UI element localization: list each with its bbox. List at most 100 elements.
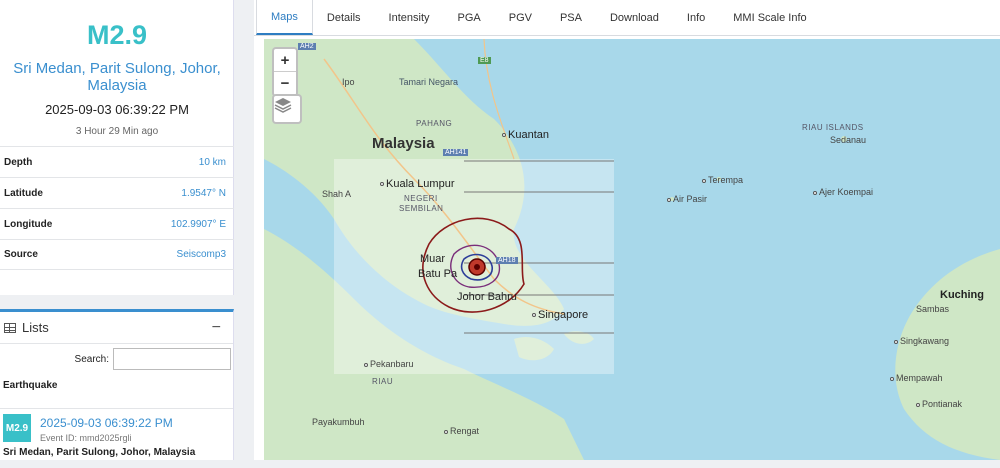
detail-label: Depth [4, 156, 33, 168]
collapse-button[interactable]: − [212, 319, 221, 337]
tab-psa[interactable]: PSA [546, 0, 596, 35]
map-label-muar: Muar [420, 253, 446, 265]
map-label-singkawang: Singkawang [894, 336, 949, 346]
lists-header: Lists − [0, 312, 233, 344]
detail-label: Source [4, 249, 38, 260]
tab-mmi-scale-info[interactable]: MMI Scale Info [719, 0, 820, 35]
zoom-in-button[interactable]: + [274, 49, 296, 72]
detail-value: 1.9547° N [181, 187, 226, 199]
zoom-control: + − [272, 47, 298, 97]
main-panel: Maps Details Intensity PGA PGV PSA Downl… [254, 0, 1000, 460]
map-label-shah-alam: Shah A [322, 189, 352, 199]
lists-title: Lists [4, 320, 49, 335]
detail-label: Longitude [4, 218, 53, 230]
lists-title-text: Lists [22, 320, 49, 335]
map-label-rengat-text: Rengat [450, 426, 480, 436]
event-magnitude: M2.9 [86, 20, 148, 50]
map-label-air-pasir: Air Pasir [667, 194, 707, 204]
map-label-riau: RIAU [372, 377, 394, 386]
search-row: Search: [0, 346, 233, 372]
map-label-malaysia: Malaysia [372, 135, 435, 152]
event-ago: 3 Hour 29 Min ago [75, 126, 159, 137]
road-shield-ah2: AH2 [298, 43, 316, 50]
map-label-mempawah: Mempawah [890, 373, 943, 383]
search-input[interactable] [113, 348, 231, 370]
map-label-pontianak-text: Pontianak [922, 399, 963, 409]
map-label-pontianak: Pontianak [916, 399, 962, 409]
detail-row-depth: Depth 10 km [0, 146, 234, 177]
city-dot-icon [502, 133, 506, 138]
tab-bar: Maps Details Intensity PGA PGV PSA Downl… [254, 0, 1000, 36]
map-label-taman-negara: Tamari Negara [399, 77, 459, 87]
tab-details[interactable]: Details [313, 0, 375, 35]
city-dot-icon [916, 402, 920, 407]
map-label-singapore-text: Singapore [538, 309, 589, 321]
map-label-pekanbaru: Pekanbaru [364, 359, 414, 369]
layers-button[interactable] [272, 94, 302, 124]
map-label-batu-pahat: Batu Pa [418, 268, 458, 280]
tab-maps[interactable]: Maps [256, 0, 313, 35]
city-dot-icon [890, 376, 894, 381]
road-shield-ah18: AH18 [496, 257, 518, 264]
map-label-sambas: Sambas [916, 304, 950, 314]
map-label-pahang: PAHANG [416, 119, 453, 128]
magnitude-badge: M2.9 [3, 414, 31, 442]
map-label-payakumbuh: Payakumbuh [312, 417, 365, 427]
left-panel: M2.9 Sri Medan, Parit Sulong, Johor, Mal… [0, 0, 234, 460]
detail-row-source: Source Seiscomp3 [0, 239, 234, 270]
map-label-terempa-text: Terempa [708, 175, 744, 185]
city-dot-icon [894, 339, 898, 344]
zoom-out-button[interactable]: − [274, 72, 296, 95]
map-label-rengat: Rengat [444, 426, 479, 436]
map-label-pekanbaru-text: Pekanbaru [370, 359, 414, 369]
city-dot-icon [702, 178, 706, 183]
list-item-place: Sri Medan, Parit Sulong, Johor, Malaysia [3, 447, 196, 458]
event-details: Depth 10 km Latitude 1.9547° N Longitude… [0, 146, 234, 270]
detail-value: Seiscomp3 [176, 249, 226, 260]
list-item-event-id: Event ID: mmd2025rgli [40, 433, 132, 443]
road-shield-e8: E8 [478, 57, 491, 64]
search-label: Search: [74, 353, 109, 365]
shakemap[interactable]: + − Malaysia Kuala Lumpur Johor Bahru Si… [264, 39, 1000, 460]
city-dot-icon [380, 182, 384, 187]
detail-value: 10 km [198, 156, 226, 168]
map-label-ajer-koempai: Ajer Koempai [813, 187, 873, 197]
list-item[interactable]: M2.9 2025-09-03 06:39:22 PM Event ID: mm… [0, 408, 233, 468]
detail-row-longitude: Longitude 102.9907° E [0, 208, 234, 239]
tab-pga[interactable]: PGA [444, 0, 495, 35]
map-label-mempawah-text: Mempawah [896, 373, 943, 383]
detail-label: Latitude [4, 187, 43, 199]
city-dot-icon [532, 313, 536, 318]
map-label-kuantan: Kuantan [502, 129, 549, 141]
map-canvas[interactable] [264, 39, 1000, 460]
event-place: Sri Medan, Parit Sulong, Johor, Malaysia [13, 60, 221, 94]
city-dot-icon [813, 190, 817, 195]
map-label-air-pasir-text: Air Pasir [673, 194, 708, 204]
map-label-riau-islands: RIAU ISLANDS [802, 123, 864, 132]
layers-icon [274, 98, 292, 113]
map-label-singapore: Singapore [532, 309, 588, 321]
map-label-sembilan: SEMBILAN [399, 204, 444, 213]
map-label-kuala-lumpur: Kuala Lumpur [380, 178, 455, 190]
tab-pgv[interactable]: PGV [495, 0, 546, 35]
map-label-negeri: NEGERI [404, 194, 438, 203]
map-label-johor-bahru: Johor Bahru [457, 291, 517, 303]
tab-info[interactable]: Info [673, 0, 719, 35]
tab-download[interactable]: Download [596, 0, 673, 35]
map-label-kuching: Kuching [940, 289, 984, 301]
detail-value: 102.9907° E [170, 218, 226, 230]
lists-panel: Lists − Search: Earthquake M2.9 2025-09-… [0, 309, 234, 460]
event-datetime: 2025-09-03 06:39:22 PM [45, 102, 189, 117]
map-label-kuantan-text: Kuantan [508, 129, 549, 141]
tab-intensity[interactable]: Intensity [375, 0, 444, 35]
city-dot-icon [444, 429, 448, 434]
road-shield-ah141: AH141 [443, 149, 469, 156]
map-label-ipoh: Ipo [342, 77, 355, 87]
map-label-terempa: Terempa [702, 175, 743, 185]
map-label-sedanau: Sedanau [830, 135, 867, 145]
map-label-kuala-lumpur-text: Kuala Lumpur [386, 178, 455, 190]
list-item-time[interactable]: 2025-09-03 06:39:22 PM [40, 416, 173, 430]
table-icon [4, 322, 16, 333]
detail-row-latitude: Latitude 1.9547° N [0, 177, 234, 208]
map-label-ajer-koempai-text: Ajer Koempai [819, 187, 874, 197]
